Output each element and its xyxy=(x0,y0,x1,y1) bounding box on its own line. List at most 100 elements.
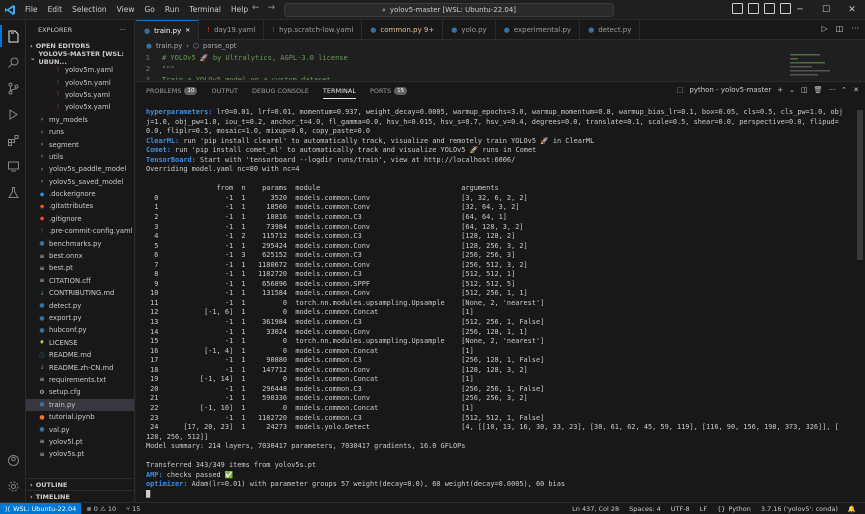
panel-tab-output[interactable]: OUTPUT xyxy=(211,82,238,100)
panel-tab-ports[interactable]: PORTS 15 xyxy=(370,82,408,100)
file-item[interactable]: › yolov5s_saved_model xyxy=(26,176,134,188)
maximize-panel-icon[interactable]: ⌃ xyxy=(841,86,847,94)
editor-tab[interactable]: ● train.py ✕ xyxy=(136,20,200,40)
minimap[interactable] xyxy=(790,52,850,80)
file-item[interactable]: › my_models xyxy=(26,114,134,126)
file-item[interactable]: ≡ requirements.txt xyxy=(26,374,134,386)
file-item[interactable]: ● tutorial.ipynb xyxy=(26,411,134,423)
split-terminal-icon[interactable]: ◫ xyxy=(801,86,808,94)
close-window-icon[interactable]: ✕ xyxy=(839,0,865,20)
file-item[interactable]: ● export.py xyxy=(26,312,134,324)
panel-tab-terminal[interactable]: TERMINAL xyxy=(322,82,357,100)
file-item[interactable]: ⓘ README.md xyxy=(26,349,134,361)
file-item[interactable]: ≡ yolov5s.pt xyxy=(26,448,134,460)
run-debug-icon[interactable] xyxy=(5,106,21,122)
menu-item-view[interactable]: View xyxy=(112,0,140,20)
file-item[interactable]: ● detect.py xyxy=(26,299,134,311)
file-item[interactable]: ≡ best.onnx xyxy=(26,250,134,262)
chevron-down-icon[interactable]: ⌄ xyxy=(789,86,795,94)
menu-item-selection[interactable]: Selection xyxy=(67,0,112,20)
terminal-shell-label[interactable]: python - yolov5-master xyxy=(689,86,771,94)
toggle-panel-icon[interactable] xyxy=(748,3,759,14)
menu-item-edit[interactable]: Edit xyxy=(43,0,68,20)
split-editor-icon[interactable]: ◫ xyxy=(836,24,844,33)
manage-gear-icon[interactable] xyxy=(5,478,21,494)
file-item[interactable]: ● hubconf.py xyxy=(26,324,134,336)
search-view-icon[interactable] xyxy=(5,54,21,70)
toggle-secondary-sidebar-icon[interactable] xyxy=(764,3,775,14)
toggle-sidebar-icon[interactable] xyxy=(732,3,743,14)
file-item[interactable]: ≡ CITATION.cff xyxy=(26,275,134,287)
remote-indicator[interactable]: ⟩⟨ WSL: Ubuntu-22.04 xyxy=(0,502,82,514)
file-item[interactable]: › runs xyxy=(26,126,134,138)
breadcrumb-file[interactable]: train.py xyxy=(156,42,182,50)
file-item[interactable]: ! yolov5n.yaml xyxy=(26,76,134,88)
panel-tab-debug-console[interactable]: DEBUG CONSOLE xyxy=(252,82,309,100)
panel-tab-problems[interactable]: PROBLEMS 10 xyxy=(146,82,198,100)
add-terminal-icon[interactable]: + xyxy=(777,86,783,94)
breadcrumb-symbol[interactable]: parse_opt xyxy=(203,42,237,50)
problems-status[interactable]: ⊗ 0 ⚠ 10 xyxy=(81,505,121,513)
terminal-output[interactable]: hyperparameters: lr0=0.01, lrf=0.01, mom… xyxy=(146,108,861,500)
file-item[interactable]: ♦ LICENSE xyxy=(26,337,134,349)
code-editor[interactable]: 1 # YOLOv5 🚀 by Ultralytics, AGPL-3.0 lic… xyxy=(136,52,865,80)
file-item[interactable]: ● val.py xyxy=(26,423,134,435)
menu-item-go[interactable]: Go xyxy=(139,0,159,20)
cursor-position[interactable]: Ln 437, Col 28 xyxy=(567,505,624,513)
workspace-folder-section[interactable]: ⌄ YOLOV5-MASTER [WSL: UBUN... xyxy=(26,50,134,66)
trash-icon[interactable]: 🗑 xyxy=(814,86,823,94)
file-item[interactable]: › utils xyxy=(26,151,134,163)
file-item[interactable]: ◆ .gitignore xyxy=(26,213,134,225)
run-file-icon[interactable]: ▷ xyxy=(822,24,828,33)
file-item[interactable]: ! yolov5s.yaml xyxy=(26,89,134,101)
file-item[interactable]: ↓ README.zh-CN.md xyxy=(26,361,134,373)
outline-section[interactable]: › OUTLINE xyxy=(26,478,134,490)
file-item[interactable]: ! .pre-commit-config.yaml xyxy=(26,225,134,237)
terminal-scrollbar[interactable] xyxy=(857,110,863,260)
notifications-bell-icon[interactable]: 🔔 xyxy=(843,505,861,513)
python-interpreter[interactable]: 3.7.16 ('yolov5': conda) xyxy=(756,505,843,513)
file-item[interactable]: ● benchmarks.py xyxy=(26,237,134,249)
file-item[interactable]: ≡ best.pt xyxy=(26,262,134,274)
testing-icon[interactable] xyxy=(5,184,21,200)
language-mode[interactable]: {} Python xyxy=(712,505,756,513)
close-panel-icon[interactable]: ✕ xyxy=(853,86,859,94)
maximize-icon[interactable]: ☐ xyxy=(813,0,839,20)
command-center-search[interactable]: ⌕ yolov5-master [WSL: Ubuntu-22.04] xyxy=(284,3,614,17)
file-item[interactable]: › yolov5s_paddle_model xyxy=(26,163,134,175)
back-arrow-icon[interactable]: ← xyxy=(252,3,260,13)
menu-item-terminal[interactable]: Terminal xyxy=(184,0,226,20)
more-actions-icon[interactable]: ··· xyxy=(120,26,126,34)
file-item[interactable]: ◆ .gitattributes xyxy=(26,200,134,212)
menu-item-file[interactable]: File xyxy=(20,0,43,20)
file-item[interactable]: ! yolov5x.yaml xyxy=(26,101,134,113)
menu-item-run[interactable]: Run xyxy=(160,0,184,20)
editor-tab[interactable]: ● experimental.py xyxy=(496,20,581,40)
ports-status[interactable]: ⑂ 15 xyxy=(121,505,145,513)
editor-tab[interactable]: ● common.py 9+ xyxy=(362,20,444,40)
file-item[interactable]: ◆ .dockerignore xyxy=(26,188,134,200)
file-item[interactable]: ⚙ setup.cfg xyxy=(26,386,134,398)
editor-tab[interactable]: ● detect.py xyxy=(580,20,641,40)
encoding-status[interactable]: UTF-8 xyxy=(666,505,695,513)
close-tab-icon[interactable]: ✕ xyxy=(185,27,190,34)
more-actions-icon[interactable]: ··· xyxy=(829,86,836,94)
indentation-status[interactable]: Spaces: 4 xyxy=(624,505,666,513)
file-item-active[interactable]: ● train.py xyxy=(26,398,134,411)
account-icon[interactable] xyxy=(5,452,21,468)
forward-arrow-icon[interactable]: → xyxy=(268,3,276,13)
menu-item-help[interactable]: Help xyxy=(226,0,253,20)
eol-status[interactable]: LF xyxy=(695,505,712,513)
extensions-icon[interactable] xyxy=(5,132,21,148)
minimize-icon[interactable]: ─ xyxy=(787,0,813,20)
editor-tab[interactable]: ! hyp.scratch-low.yaml xyxy=(264,20,363,40)
explorer-icon[interactable] xyxy=(0,25,21,47)
file-item[interactable]: › segment xyxy=(26,138,134,150)
file-item[interactable]: ≡ yolov5l.pt xyxy=(26,436,134,448)
editor-tab[interactable]: ! day19.yaml xyxy=(199,20,265,40)
source-control-icon[interactable] xyxy=(5,80,21,96)
editor-tab[interactable]: ● yolo.py xyxy=(443,20,496,40)
file-item[interactable]: ↓ CONTRIBUTING.md xyxy=(26,287,134,299)
timeline-section[interactable]: › TIMELINE xyxy=(26,490,134,502)
more-actions-icon[interactable]: ··· xyxy=(851,24,859,33)
